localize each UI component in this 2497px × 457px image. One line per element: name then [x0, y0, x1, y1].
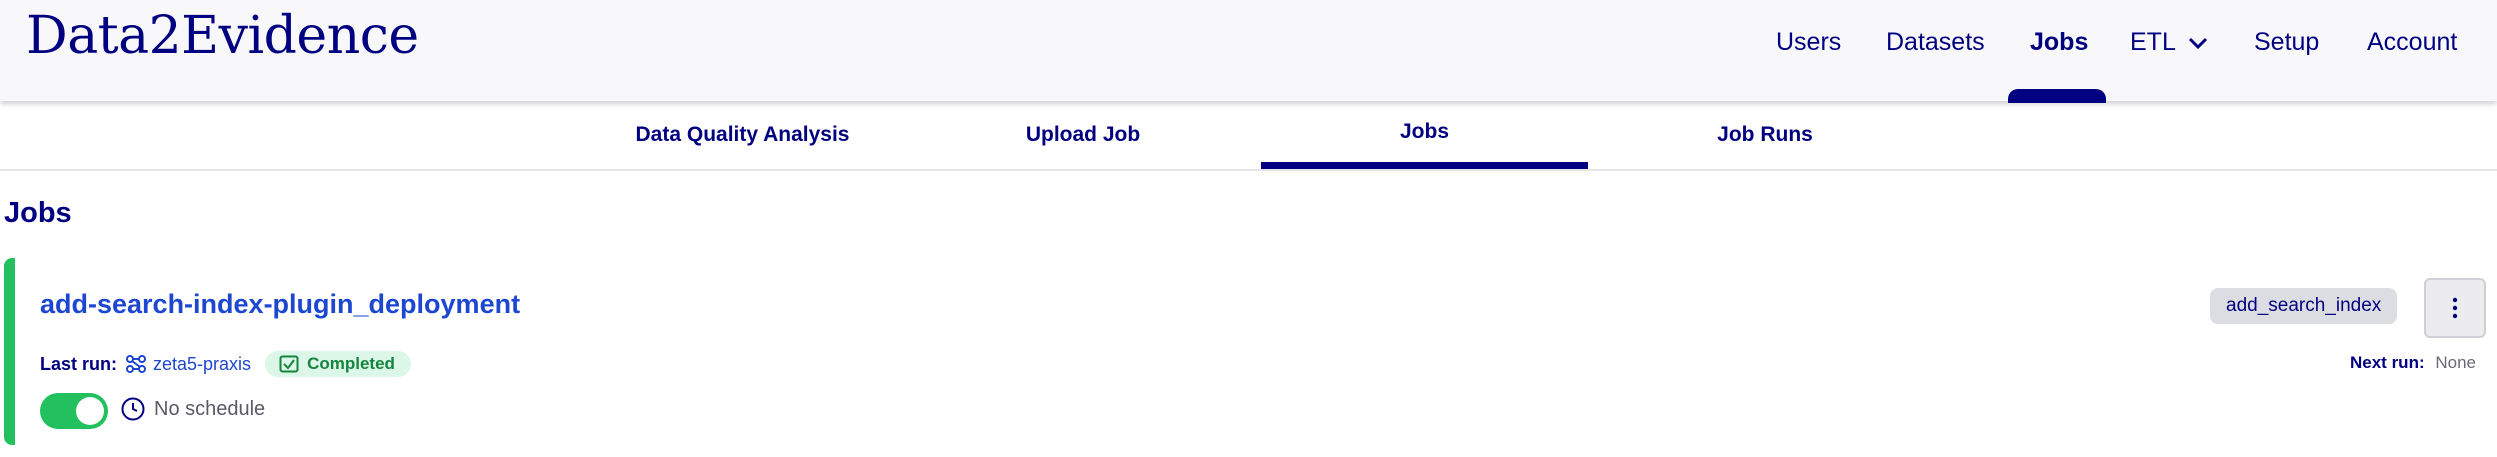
next-run-label: Next run:	[2350, 353, 2425, 372]
last-run-link[interactable]: zeta5-praxis	[125, 354, 251, 375]
nav-item-datasets[interactable]: Datasets	[1886, 28, 1985, 57]
nav-item-jobs[interactable]: Jobs	[2030, 28, 2088, 57]
flow-icon	[126, 355, 147, 373]
jobs-subnav: Data Quality Analysis Upload Job Jobs Jo…	[0, 101, 2497, 171]
tab-jobs[interactable]: Jobs	[1261, 101, 1588, 169]
job-menu-button[interactable]	[2424, 278, 2486, 338]
schedule-info: No schedule	[120, 396, 265, 422]
brand-logo[interactable]: Data2Evidence	[26, 6, 419, 66]
schedule-toggle[interactable]	[40, 393, 108, 429]
nav-item-etl-label: ETL	[2130, 28, 2175, 56]
last-run-row: Last run: zeta5-praxis Completed	[40, 351, 411, 377]
active-nav-indicator	[2008, 89, 2106, 103]
job-card: add-search-index-plugin_deployment Last …	[4, 258, 2497, 445]
last-run-label: Last run:	[40, 353, 118, 374]
chevron-down-icon	[2188, 38, 2207, 50]
next-run-value: None	[2435, 353, 2476, 372]
clock-icon	[121, 397, 145, 421]
nav-item-account[interactable]: Account	[2367, 28, 2457, 57]
toggle-knob	[76, 397, 104, 425]
next-run-info: Next run: None	[2350, 353, 2476, 373]
job-name-link[interactable]: add-search-index-plugin_deployment	[40, 289, 520, 320]
last-run-name: zeta5-praxis	[153, 353, 252, 374]
nav-item-setup[interactable]: Setup	[2254, 28, 2319, 57]
tab-job-runs[interactable]: Job Runs	[1630, 101, 1900, 169]
nav-item-users[interactable]: Users	[1776, 28, 1841, 57]
schedule-text: No schedule	[154, 397, 266, 420]
page-title: Jobs	[4, 197, 72, 229]
tab-upload-job[interactable]: Upload Job	[950, 101, 1216, 169]
top-navigation-bar: Data2Evidence Users Datasets Jobs ETL Se…	[0, 0, 2497, 101]
nav-item-etl[interactable]: ETL	[2130, 28, 2208, 57]
tab-data-quality-analysis[interactable]: Data Quality Analysis	[600, 101, 885, 169]
check-square-icon	[279, 355, 299, 373]
job-status-accent	[4, 258, 15, 445]
status-badge: Completed	[265, 351, 411, 377]
kebab-menu-icon	[2452, 297, 2458, 319]
status-text: Completed	[307, 354, 395, 373]
job-tag: add_search_index	[2210, 288, 2398, 324]
